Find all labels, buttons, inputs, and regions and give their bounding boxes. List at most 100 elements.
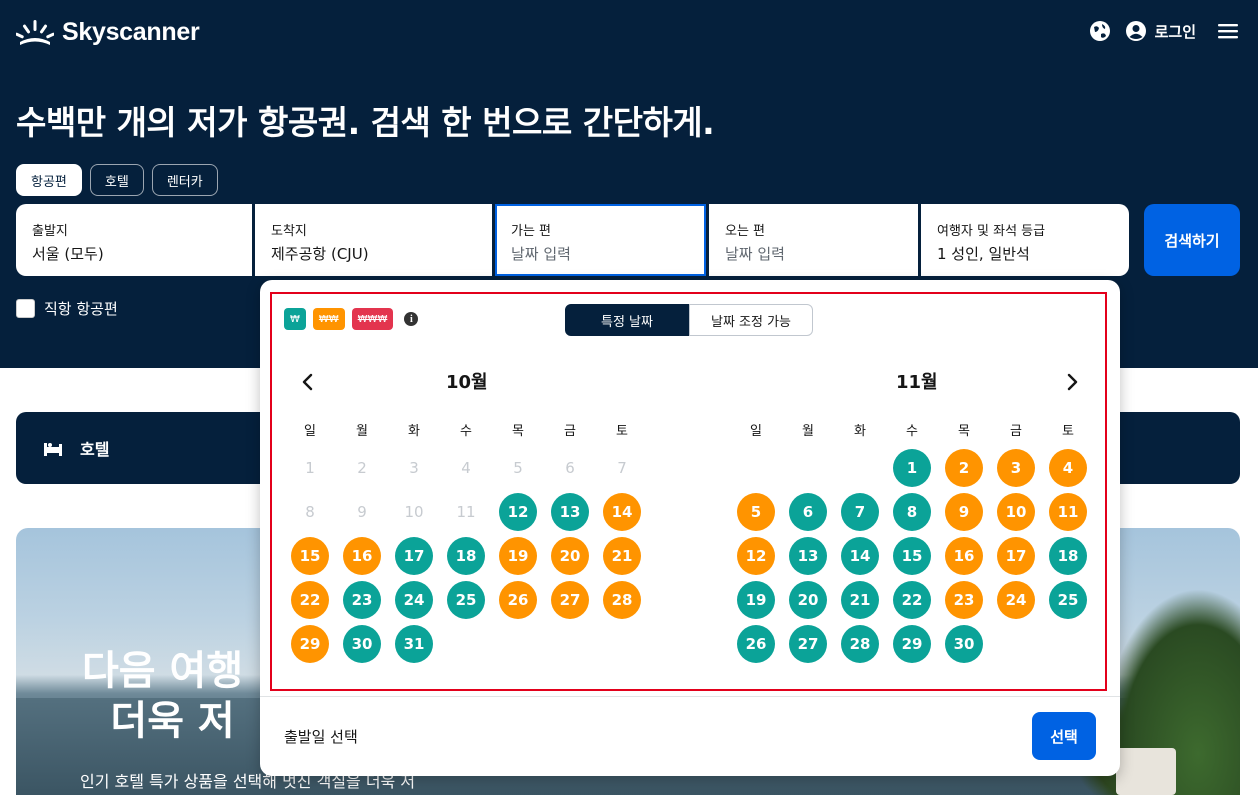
info-icon[interactable]: i [404, 312, 419, 326]
calendar-day[interactable]: 7 [841, 493, 879, 531]
calendar-cell: 25 [1042, 578, 1094, 622]
calendar-cell [782, 446, 834, 490]
calendar-cell [1042, 622, 1094, 666]
calendar-day[interactable]: 22 [893, 581, 931, 619]
calendar-cell: 7 [834, 490, 886, 534]
destination-field[interactable]: 도착지 제주공항 (CJU) [255, 204, 492, 276]
travellers-field[interactable]: 여행자 및 좌석 등급 1 성인, 일반석 [921, 204, 1129, 276]
skyscanner-logo[interactable]: Skyscanner [16, 18, 200, 47]
calendar-day[interactable]: 6 [789, 493, 827, 531]
calendar-day[interactable]: 26 [499, 581, 537, 619]
calendar-day[interactable]: 9 [945, 493, 983, 531]
calendar-cell: 13 [544, 490, 596, 534]
calendar-day[interactable]: 15 [291, 537, 329, 575]
calendar-day[interactable]: 27 [551, 581, 589, 619]
calendar-day[interactable]: 1 [893, 449, 931, 487]
calendar-cell: 30 [938, 622, 990, 666]
calendar-cell: 17 [990, 534, 1042, 578]
calendar-day[interactable]: 21 [603, 537, 641, 575]
calendar-day[interactable]: 16 [945, 537, 983, 575]
calendar-day[interactable]: 21 [841, 581, 879, 619]
calendar-cell: 20 [782, 578, 834, 622]
depart-label: 가는 편 [511, 224, 552, 239]
calendar-day[interactable]: 25 [447, 581, 485, 619]
calendar-cell: 9 [938, 490, 990, 534]
globe-icon[interactable] [1089, 20, 1111, 42]
depart-date-field[interactable]: 가는 편 날짜 입력 [495, 204, 706, 276]
tab-car-rental[interactable]: 렌터카 [151, 164, 218, 196]
calendar-day[interactable]: 28 [841, 625, 879, 663]
bed-icon [44, 443, 62, 456]
calendar-cell: 5 [492, 446, 544, 490]
weekday-label: 토 [1062, 424, 1074, 439]
calendar-day[interactable]: 30 [343, 625, 381, 663]
calendar-day[interactable]: 14 [841, 537, 879, 575]
calendar-day[interactable]: 13 [551, 493, 589, 531]
specific-date-tab[interactable]: 특정 날짜 [565, 304, 689, 336]
calendar-cell: 18 [1042, 534, 1094, 578]
calendar-day[interactable]: 3 [997, 449, 1035, 487]
calendar-day[interactable]: 24 [395, 581, 433, 619]
calendar-day[interactable]: 2 [945, 449, 983, 487]
calendar-day[interactable]: 28 [603, 581, 641, 619]
direct-flights-option[interactable]: 직항 항공편 [16, 298, 118, 319]
calendar-day[interactable]: 15 [893, 537, 931, 575]
calendar-day[interactable]: 10 [997, 493, 1035, 531]
weekday-label: 수 [906, 424, 918, 439]
calendar-day[interactable]: 18 [1049, 537, 1087, 575]
calendar-day[interactable]: 27 [789, 625, 827, 663]
calendar-day[interactable]: 24 [997, 581, 1035, 619]
select-button[interactable]: 선택 [1032, 712, 1096, 760]
weekday-label: 금 [564, 424, 576, 439]
calendar-cell: 15 [284, 534, 336, 578]
search-button[interactable]: 검색하기 [1144, 204, 1240, 276]
calendar-cell: 6 [782, 490, 834, 534]
calendar-day[interactable]: 29 [893, 625, 931, 663]
calendar-day[interactable]: 11 [1049, 493, 1087, 531]
calendar-cell: 24 [388, 578, 440, 622]
tab-flights[interactable]: 항공편 [16, 164, 82, 196]
calendar-day[interactable]: 29 [291, 625, 329, 663]
origin-field[interactable]: 출발지 서울 (모두) [16, 204, 252, 276]
calendar-day[interactable]: 20 [551, 537, 589, 575]
direct-flights-checkbox[interactable] [16, 299, 35, 318]
calendar-day[interactable]: 20 [789, 581, 827, 619]
calendar-cell: 10 [990, 490, 1042, 534]
calendar-day[interactable]: 19 [737, 581, 775, 619]
calendar-day: 9 [357, 503, 367, 521]
chevron-left-icon[interactable] [296, 370, 320, 394]
calendar-day[interactable]: 25 [1049, 581, 1087, 619]
calendar-day[interactable]: 8 [893, 493, 931, 531]
calendar-day[interactable]: 17 [395, 537, 433, 575]
calendar-day[interactable]: 14 [603, 493, 641, 531]
calendar-day[interactable]: 4 [1049, 449, 1087, 487]
calendar-day[interactable]: 5 [737, 493, 775, 531]
calendar-day[interactable]: 17 [997, 537, 1035, 575]
hamburger-menu-icon[interactable] [1216, 20, 1240, 42]
return-date-field[interactable]: 오는 편 날짜 입력 [709, 204, 918, 276]
calendar-cell: 5 [730, 490, 782, 534]
calendar-week-row: 1 2 3 4 5 6 7 [284, 446, 648, 490]
calendar-day[interactable]: 12 [499, 493, 537, 531]
calendar-day[interactable]: 23 [945, 581, 983, 619]
chevron-right-icon[interactable] [1060, 370, 1084, 394]
login-button[interactable]: 로그인 [1125, 20, 1196, 42]
calendar-cell [730, 446, 782, 490]
calendar-day[interactable]: 30 [945, 625, 983, 663]
calendar-day[interactable]: 31 [395, 625, 433, 663]
calendar-day[interactable]: 26 [737, 625, 775, 663]
month-title-october: 10월 [446, 372, 488, 393]
calendar-cell: 28 [834, 622, 886, 666]
calendar-cell: 14 [834, 534, 886, 578]
flexible-date-tab[interactable]: 날짜 조정 가능 [689, 304, 813, 336]
weekday-label: 월 [356, 424, 368, 439]
calendar-day[interactable]: 16 [343, 537, 381, 575]
calendar-day[interactable]: 12 [737, 537, 775, 575]
calendar-day[interactable]: 22 [291, 581, 329, 619]
calendar-month-november: 일 월 화 수 목 금 토 1 2 3 4 5 6 7 8 9 10 11 12 13 14 15 16 17 18 19 20 21… [730, 420, 1094, 666]
tab-hotels[interactable]: 호텔 [89, 164, 144, 196]
calendar-day[interactable]: 18 [447, 537, 485, 575]
calendar-day[interactable]: 19 [499, 537, 537, 575]
calendar-day[interactable]: 23 [343, 581, 381, 619]
calendar-day[interactable]: 13 [789, 537, 827, 575]
